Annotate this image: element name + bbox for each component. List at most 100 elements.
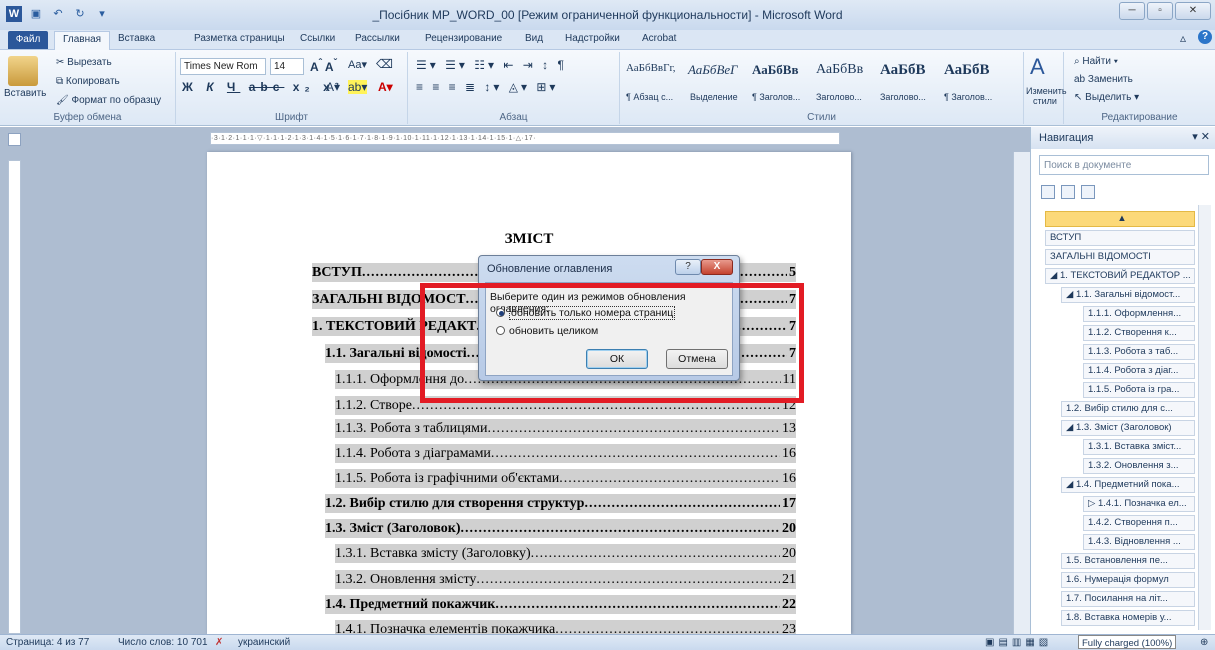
- alignment-buttons[interactable]: ≡ ≡ ≡ ≣ ↕▾ ◬▾ ⊞▾: [416, 80, 558, 94]
- copy-button[interactable]: ⧉ Копировать: [56, 76, 120, 87]
- cut-button[interactable]: ✂ Вырезать: [56, 57, 112, 68]
- nav-item[interactable]: ◢ 1. ТЕКСТОВИЙ РЕДАКТОР ...: [1045, 268, 1195, 284]
- highlight-icon[interactable]: ab▾: [348, 80, 368, 94]
- status-bar: Страница: 4 из 77 Число слов: 10 701 ✗ у…: [0, 634, 1215, 650]
- toc-dots: ........................................…: [559, 471, 780, 486]
- toc-entry[interactable]: 1.3. Зміст (Заголовок)..................…: [325, 519, 796, 538]
- minimize-button[interactable]: ─: [1119, 2, 1145, 20]
- toc-entry-page: 23: [782, 622, 796, 634]
- clipboard-group: Вставить ✂ Вырезать ⧉ Копировать 🖌 Форма…: [0, 52, 176, 124]
- grow-font-button[interactable]: Aˆ Aˇ: [310, 58, 337, 74]
- tab-mailings[interactable]: Рассылки: [355, 33, 400, 44]
- navigation-scrollbar[interactable]: [1198, 205, 1211, 630]
- list-buttons[interactable]: ☰▾ ☰▾ ☷▾ ⇤ ⇥ ↕ ¶: [416, 58, 567, 72]
- nav-item[interactable]: ◢ 1.1. Загальні відомост...: [1061, 287, 1195, 303]
- toc-entry-text: 1.1.5. Робота із графічними об'єктами: [335, 471, 560, 486]
- nav-item[interactable]: 1.5. Встановлення пе...: [1061, 553, 1195, 569]
- nav-collapse-top-icon[interactable]: ▲: [1045, 211, 1195, 227]
- status-word-count[interactable]: Число слов: 10 701: [118, 635, 208, 650]
- font-color-icon[interactable]: A▾: [378, 80, 393, 94]
- close-window-button[interactable]: ✕: [1175, 2, 1211, 20]
- tab-stop-selector[interactable]: [8, 133, 21, 146]
- tab-view[interactable]: Вид: [525, 33, 543, 44]
- vertical-ruler[interactable]: [8, 160, 21, 634]
- nav-item[interactable]: ◢ 1.3. Зміст (Заголовок): [1061, 420, 1195, 436]
- nav-item[interactable]: 1.1.1. Оформлення...: [1083, 306, 1195, 322]
- minimize-ribbon-icon[interactable]: ▵: [1180, 31, 1186, 45]
- pages-view-icon[interactable]: [1061, 185, 1075, 199]
- toc-entry[interactable]: 1.4.1. Позначка елементів покажчика.....…: [335, 620, 796, 634]
- nav-item[interactable]: 1.4.2. Створення п...: [1083, 515, 1195, 531]
- tab-file[interactable]: Файл: [8, 31, 48, 49]
- tab-insert[interactable]: Вставка: [118, 33, 155, 44]
- style-name-5: Заголово...: [880, 92, 926, 102]
- change-case-button[interactable]: Aa▾: [348, 58, 367, 71]
- nav-item[interactable]: ◢ 1.4. Предметний пока...: [1061, 477, 1195, 493]
- tab-addins[interactable]: Надстройки: [565, 33, 620, 44]
- toc-entry[interactable]: 1.1.5. Робота із графічними об'єктами...…: [335, 469, 796, 488]
- nav-item[interactable]: 1.3.2. Оновлення з...: [1083, 458, 1195, 474]
- nav-item[interactable]: 1.1.3. Робота з таб...: [1083, 344, 1195, 360]
- change-styles-button[interactable]: Изменить стили: [1026, 86, 1067, 106]
- nav-item[interactable]: 1.4.3. Відновлення ...: [1083, 534, 1195, 550]
- close-navigation-icon[interactable]: ▾ ✕: [1192, 130, 1210, 143]
- horizontal-ruler[interactable]: ·3·1·2·1·1·1·▽·1·1·1·2·1·3·1·4·1·5·1·6·1…: [210, 132, 840, 145]
- proofing-icon[interactable]: ✗: [215, 635, 223, 650]
- brush-icon: 🖌: [56, 95, 72, 106]
- toc-dots: ........................................…: [530, 546, 780, 561]
- zoom-in-icon[interactable]: ⊕: [1200, 635, 1208, 650]
- view-mode-icons[interactable]: ▣▤▥▦▧: [985, 635, 1052, 650]
- replace-button[interactable]: ab Заменить: [1074, 74, 1133, 85]
- toc-entry-text: ВСТУП: [312, 265, 362, 280]
- change-styles-group: A Изменить стили: [1024, 52, 1067, 124]
- nav-item[interactable]: 1.1.2. Створення к...: [1083, 325, 1195, 341]
- document-scrollbar[interactable]: [1013, 152, 1030, 634]
- text-effects-icon[interactable]: A▾: [326, 80, 340, 94]
- tab-review[interactable]: Рецензирование: [425, 33, 502, 44]
- nav-item[interactable]: 1.6. Нумерація формул: [1061, 572, 1195, 588]
- format-painter-button[interactable]: 🖌 Формат по образцу: [56, 95, 161, 106]
- nav-item[interactable]: ЗАГАЛЬНІ ВІДОМОСТІ: [1045, 249, 1195, 265]
- headings-view-icon[interactable]: [1041, 185, 1055, 199]
- toc-entry[interactable]: 1.3.1. Вставка змісту (Заголовку).......…: [335, 544, 796, 563]
- navigation-search-input[interactable]: Поиск в документе: [1039, 155, 1209, 175]
- dialog-help-button[interactable]: ?: [675, 259, 701, 275]
- nav-item[interactable]: 1.2. Вибір стилю для с...: [1061, 401, 1195, 417]
- clear-formatting-icon[interactable]: ⌫: [376, 57, 393, 71]
- find-button[interactable]: ⌕ Найти ▾: [1074, 56, 1118, 67]
- navigation-view-tabs: [1041, 185, 1211, 203]
- font-style-buttons[interactable]: Ж К Ч abc x₂ x²: [182, 80, 344, 94]
- font-size-field[interactable]: 14: [270, 58, 304, 75]
- toc-entry-page: 16: [782, 471, 796, 486]
- nav-item[interactable]: 1.8. Вставка номерів у...: [1061, 610, 1195, 626]
- nav-item[interactable]: ВСТУП: [1045, 230, 1195, 246]
- status-language[interactable]: украинский: [238, 635, 290, 650]
- toc-entry[interactable]: 1.1.3. Робота з таблицями...............…: [335, 419, 796, 438]
- tab-acrobat[interactable]: Acrobat: [642, 33, 676, 44]
- dialog-close-button[interactable]: X: [701, 259, 733, 275]
- select-button[interactable]: ↖ Выделить ▾: [1074, 92, 1139, 103]
- nav-item[interactable]: 1.1.5. Робота із гра...: [1083, 382, 1195, 398]
- nav-item[interactable]: ▷ 1.4.1. Позначка ел...: [1083, 496, 1195, 512]
- status-page-count[interactable]: Страница: 4 из 77: [6, 635, 89, 650]
- nav-item[interactable]: 1.1.4. Робота з діаг...: [1083, 363, 1195, 379]
- results-view-icon[interactable]: [1081, 185, 1095, 199]
- paste-icon[interactable]: [8, 56, 38, 86]
- nav-item[interactable]: 1.7. Посилання на літ...: [1061, 591, 1195, 607]
- toc-entry[interactable]: 1.3.2. Оновлення змісту.................…: [335, 570, 796, 589]
- change-styles-icon[interactable]: A: [1030, 54, 1045, 80]
- navigation-header: Навигация ▾ ✕: [1031, 127, 1215, 149]
- paragraph-group-label: Абзац: [499, 112, 528, 123]
- maximize-button[interactable]: ▫: [1147, 2, 1173, 20]
- tab-home[interactable]: Главная: [54, 31, 111, 50]
- toc-entry[interactable]: 1.4. Предметний покажчик................…: [325, 595, 796, 614]
- tab-references[interactable]: Ссылки: [300, 33, 335, 44]
- tab-page-layout[interactable]: Разметка страницы: [194, 33, 285, 44]
- font-name-field[interactable]: Times New Rom: [180, 58, 266, 75]
- toc-entry[interactable]: 1.2. Вибір стилю для створення структур.…: [325, 494, 796, 513]
- paste-button[interactable]: Вставить: [4, 88, 46, 99]
- nav-item[interactable]: 1.3.1. Вставка зміст...: [1083, 439, 1195, 455]
- toc-entry[interactable]: 1.1.4. Робота з діаграмами..............…: [335, 444, 796, 463]
- help-icon[interactable]: ?: [1198, 30, 1212, 44]
- paragraph-group: ☰▾ ☰▾ ☷▾ ⇤ ⇥ ↕ ¶ ≡ ≡ ≡ ≣ ↕▾ ◬▾ ⊞▾ Абзац: [408, 52, 620, 124]
